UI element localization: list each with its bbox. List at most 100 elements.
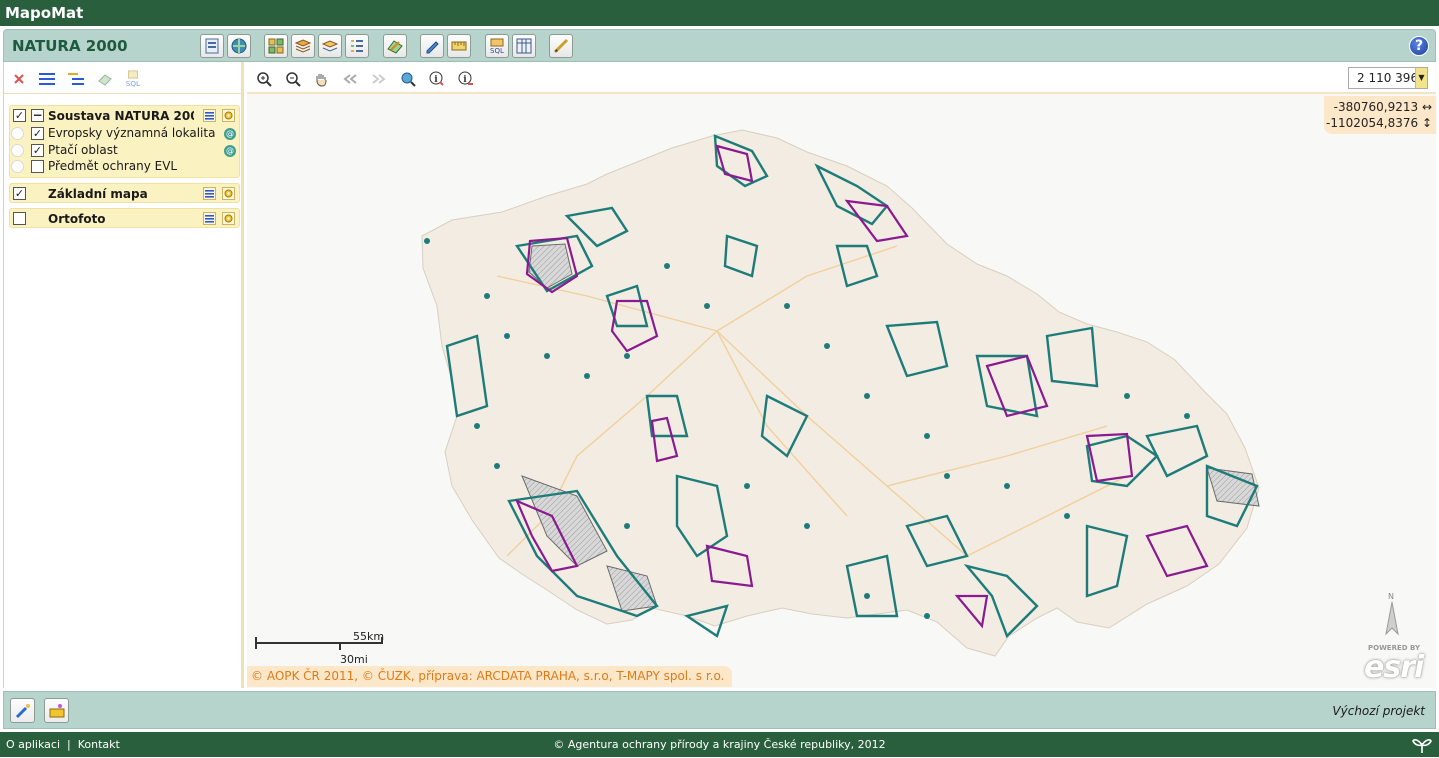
remove-layer-button[interactable] <box>10 70 28 88</box>
globe-zoom-icon <box>401 72 416 87</box>
map-canvas[interactable] <box>247 96 1436 666</box>
layer-checkbox-ortofoto[interactable] <box>13 212 26 225</box>
map-service-button[interactable] <box>227 34 251 58</box>
layer-title-basemap: Základní mapa <box>48 187 148 201</box>
zoom-in-button[interactable] <box>255 70 273 88</box>
zoom-out-button[interactable] <box>284 70 302 88</box>
list-icon <box>351 40 363 52</box>
magic-wand-icon <box>15 703 30 718</box>
table-icon <box>516 38 532 54</box>
footer: O aplikaci | Kontakt © Agentura ochrany … <box>0 732 1439 757</box>
sublayer-radio[interactable] <box>11 127 24 140</box>
previous-extent-button[interactable] <box>341 70 359 88</box>
info-icon: i <box>458 71 473 85</box>
layer-title-ortofoto: Ortofoto <box>48 212 106 226</box>
layer-settings-button[interactable] <box>222 212 235 225</box>
print-button[interactable] <box>200 34 224 58</box>
sublayer-checkbox-evl[interactable] <box>31 127 44 140</box>
project-settings-button[interactable] <box>44 698 69 723</box>
identify-map-button[interactable] <box>383 34 407 58</box>
footer-copyright: © Agentura ochrany přírody a krajiny Čes… <box>553 738 886 751</box>
help-icon[interactable]: ? <box>1409 36 1429 56</box>
identify-button[interactable]: i <box>428 70 446 88</box>
sort-icon <box>68 73 84 85</box>
aopk-logo-icon <box>1411 735 1433 755</box>
project-name: Výchozí projekt <box>1332 704 1425 718</box>
layer-title-natura: Soustava NATURA 2000 <box>48 109 194 123</box>
zoom-out-icon <box>286 72 301 87</box>
collapse-toggle[interactable]: − <box>31 109 44 122</box>
sublayer-checkbox-predmet[interactable] <box>31 160 44 173</box>
layers-panel: SQL − Soustava NATURA 2000 Evropsky význ… <box>3 62 244 688</box>
layer-checkbox-basemap[interactable] <box>13 187 26 200</box>
table-button[interactable] <box>512 34 536 58</box>
scalebar: 55km 30mi <box>255 630 395 670</box>
next-extent-button[interactable] <box>370 70 388 88</box>
project-toolbar: NATURA 2000 SQL ? <box>3 29 1436 62</box>
eraser-icon <box>98 74 112 86</box>
layer-list-button[interactable] <box>38 70 56 88</box>
edit-button[interactable] <box>420 34 444 58</box>
layer-group-basemap: Základní mapa <box>9 183 240 203</box>
scale-select[interactable]: 2 110 396 ▼ <box>1348 67 1428 89</box>
list-icon <box>39 73 55 85</box>
layer-checkbox-natura[interactable] <box>13 109 26 122</box>
chevron-down-icon[interactable]: ▼ <box>1415 68 1427 88</box>
coordinate-y-value: -1102054,8376 <box>1325 116 1419 130</box>
map-attribution: © AOPK ČR 2011, © ČUZK, příprava: ARCDAT… <box>247 666 733 687</box>
svg-text:SQL: SQL <box>490 47 504 55</box>
sql-icon: SQL <box>126 70 140 88</box>
layers-icon <box>294 39 312 53</box>
scalebar-mi: 30mi <box>340 653 368 666</box>
measure-button[interactable] <box>447 34 471 58</box>
pan-button[interactable] <box>312 70 330 88</box>
gear-icon <box>224 214 233 223</box>
coordinate-x: -380760,9213 ↔ <box>1333 100 1432 114</box>
measure-icon <box>451 41 467 51</box>
sublayer-checkbox-ptaci[interactable] <box>31 144 44 157</box>
sublayer-ptaci[interactable]: Ptačí oblast @ <box>9 143 240 159</box>
globe-gear-icon <box>231 38 247 54</box>
sublayer-radio[interactable] <box>11 144 24 157</box>
layout-button[interactable] <box>264 34 288 58</box>
settings-button[interactable] <box>549 34 573 58</box>
ruler-pencil-icon <box>553 38 569 54</box>
map-view[interactable]: i i 2 110 396 ▼ -380760,9213 ↔ -1102054,… <box>247 62 1436 688</box>
close-icon <box>14 74 24 84</box>
web-service-icon[interactable]: @ <box>224 128 236 140</box>
hand-icon <box>316 74 327 87</box>
layer-legend-button[interactable] <box>203 212 216 225</box>
info-icon: i <box>429 71 444 86</box>
layers-button[interactable] <box>291 34 315 58</box>
sublayer-predmet[interactable]: Předmět ochrany EVL <box>9 159 240 175</box>
sublayer-radio[interactable] <box>11 160 24 173</box>
sublayer-evl[interactable]: Evropsky významná lokalita (E @ <box>9 126 240 142</box>
clear-button[interactable] <box>96 70 114 88</box>
new-project-button[interactable] <box>10 698 35 723</box>
list-icon <box>205 189 214 198</box>
layer-order-button[interactable] <box>67 70 85 88</box>
layer-legend-button[interactable] <box>203 187 216 200</box>
layer-stack-button[interactable] <box>318 34 342 58</box>
north-label: N <box>1388 592 1394 601</box>
zoom-in-icon <box>257 72 272 87</box>
back-icon <box>343 74 357 84</box>
coordinate-x-value: -380760,9213 <box>1333 100 1419 114</box>
legend-button[interactable] <box>345 34 369 58</box>
esri-wordmark: esri <box>1364 650 1424 685</box>
layer-stack-icon <box>321 40 339 52</box>
list-icon <box>205 111 214 120</box>
identify-all-button[interactable]: i <box>457 70 475 88</box>
full-extent-button[interactable] <box>399 70 417 88</box>
layer-settings-button[interactable] <box>222 109 235 122</box>
map-toolbar: i i 2 110 396 ▼ <box>247 62 1436 94</box>
layer-legend-button[interactable] <box>203 109 216 122</box>
app-header: MapoMat <box>0 0 1439 26</box>
forward-icon <box>372 74 386 84</box>
sql-query-button[interactable]: SQL <box>485 34 509 58</box>
layer-group-ortofoto: Ortofoto <box>9 208 240 228</box>
sql-icon: SQL <box>490 38 504 55</box>
layer-settings-button[interactable] <box>222 187 235 200</box>
web-service-icon[interactable]: @ <box>224 145 236 157</box>
sql-filter-button[interactable]: SQL <box>124 70 142 88</box>
